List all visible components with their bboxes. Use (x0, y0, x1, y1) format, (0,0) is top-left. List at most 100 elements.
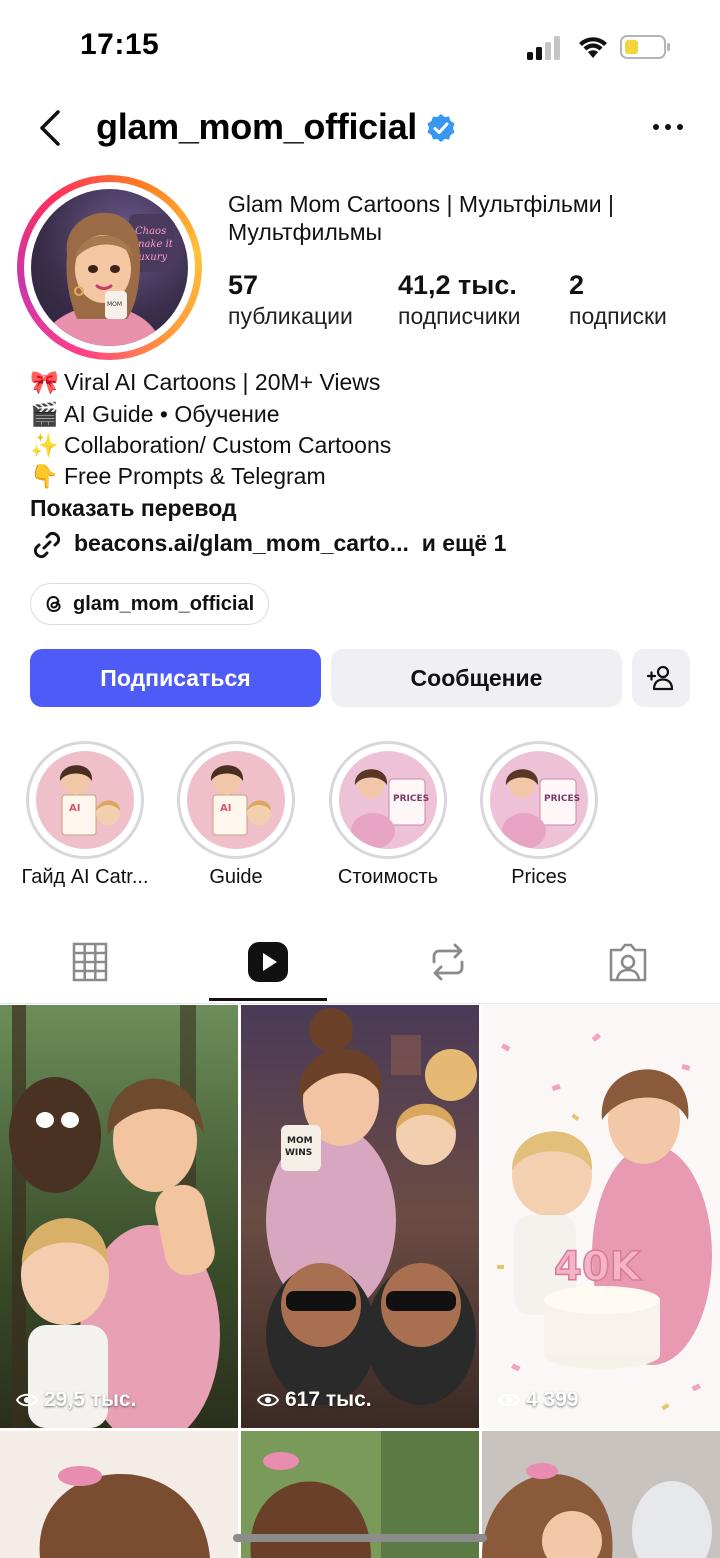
stat-following[interactable]: 2 подписки (569, 270, 667, 330)
suggested-people-button[interactable] (632, 649, 690, 707)
tagged-icon (609, 943, 647, 982)
bio-text: Collaboration/ Custom Cartoons (64, 432, 392, 458)
svg-text:AI: AI (69, 803, 80, 814)
message-button[interactable]: Сообщение (331, 649, 622, 707)
more-options-icon[interactable] (650, 114, 686, 140)
eye-icon (16, 1393, 38, 1407)
highlight-label: Гайд AI Catr... (21, 866, 149, 888)
clapper-emoji-icon: 🎬 (30, 401, 59, 427)
view-count: 617 тыс. (257, 1388, 372, 1412)
highlight-ring[interactable]: PRICES (329, 741, 447, 859)
verified-badge-icon (427, 114, 455, 142)
svg-text:make it: make it (135, 239, 174, 250)
threads-handle: glam_mom_official (73, 592, 255, 615)
stat-posts-value: 57 (228, 270, 259, 300)
highlight-item[interactable]: AI (177, 741, 295, 859)
profile-link[interactable]: beacons.ai/glam_mom_carto... и ещё 1 (74, 530, 506, 557)
reel-image (482, 1431, 720, 1558)
profile-link-url[interactable]: beacons.ai/glam_mom_carto... (74, 530, 409, 556)
tab-grid[interactable] (68, 940, 112, 984)
view-count-value: 4 399 (526, 1388, 579, 1411)
bio-line: 👇 Free Prompts & Telegram (30, 463, 326, 490)
reel-image (0, 1005, 238, 1428)
profile-username: glam_mom_official (96, 106, 417, 147)
svg-text:WINS: WINS (285, 1148, 312, 1158)
battery-icon (620, 35, 670, 59)
stat-followers[interactable]: 41,2 тыс. подписчики (398, 270, 520, 330)
view-count-value: 29,5 тыс. (44, 1388, 137, 1411)
avatar-illustration: Chaos make it luxury MOM (39, 212, 175, 346)
highlight-ring[interactable]: AI (177, 741, 295, 859)
reel-image: 40K (482, 1005, 720, 1428)
reels-icon (248, 942, 288, 982)
highlight-label: Prices (511, 866, 567, 888)
bio-line: 🎬 AI Guide • Обучение (30, 401, 280, 428)
highlight-label: Guide (209, 866, 263, 888)
stat-followers-label: подписчики (398, 303, 521, 329)
stat-followers-value: 41,2 тыс. (398, 270, 517, 300)
follow-button[interactable]: Подписаться (30, 649, 321, 707)
highlight-item[interactable]: PRICES (329, 741, 447, 859)
bio-line: 🎀 Viral AI Cartoons | 20M+ Views (30, 369, 380, 396)
tab-reels[interactable] (246, 940, 290, 984)
tab-tagged[interactable] (606, 940, 650, 984)
reel-thumbnail[interactable] (0, 1431, 238, 1558)
bio-text: Viral AI Cartoons | 20M+ Views (64, 369, 381, 395)
tab-reposts[interactable] (426, 940, 470, 984)
highlight-cover: AI (36, 751, 134, 849)
profile-avatar[interactable]: Chaos make it luxury MOM (31, 189, 188, 346)
svg-text:Chaos: Chaos (135, 226, 166, 237)
view-count: 29,5 тыс. (16, 1388, 136, 1412)
eye-icon (498, 1393, 520, 1407)
add-person-icon (646, 665, 674, 691)
threads-chip[interactable]: glam_mom_official (30, 583, 270, 625)
highlight-label: Стоимость (337, 866, 439, 888)
stat-following-value: 2 (569, 270, 585, 300)
show-translation-link[interactable]: Показать перевод (30, 495, 237, 522)
stat-following-label: подписки (569, 303, 667, 329)
cellular-signal-icon (527, 36, 560, 60)
reel-thumbnail[interactable] (0, 1005, 238, 1428)
profile-full-name: Glam Mom Cartoons | Мультфільми | Мультф… (228, 191, 614, 245)
grid-icon (72, 942, 108, 982)
back-arrow-icon[interactable] (32, 108, 68, 148)
reel-image (0, 1431, 238, 1558)
ribbon-emoji-icon: 🎀 (30, 369, 59, 395)
svg-text:MOM: MOM (107, 301, 122, 308)
eye-icon (257, 1393, 279, 1407)
view-count-value: 617 тыс. (285, 1388, 372, 1411)
repost-icon (432, 943, 464, 981)
highlight-ring[interactable]: AI (26, 741, 144, 859)
view-count: 4 399 (498, 1388, 579, 1412)
highlight-cover: PRICES (339, 751, 437, 849)
highlight-item[interactable]: AI (26, 741, 144, 859)
svg-text:PRICES: PRICES (393, 794, 429, 804)
stat-posts[interactable]: 57 публикации (228, 270, 353, 330)
highlight-ring[interactable]: PRICES (480, 741, 598, 859)
svg-text:MOM: MOM (287, 1136, 313, 1146)
threads-icon (46, 595, 61, 613)
divider (0, 1003, 720, 1004)
reel-image: MOM WINS (241, 1005, 479, 1428)
reel-thumbnail[interactable]: 40K (482, 1005, 720, 1428)
svg-text:40K: 40K (554, 1244, 643, 1290)
reel-thumbnail[interactable]: MOM WINS (241, 1005, 479, 1428)
highlight-cover: PRICES (490, 751, 588, 849)
svg-text:PRICES: PRICES (544, 794, 580, 804)
profile-link-more[interactable]: и ещё 1 (422, 530, 507, 556)
status-time: 17:15 (80, 28, 160, 61)
home-indicator (233, 1534, 487, 1542)
wifi-icon (579, 37, 607, 58)
highlight-item[interactable]: PRICES (480, 741, 598, 859)
bio-text: Free Prompts & Telegram (64, 463, 326, 489)
bio-line: ✨ Collaboration/ Custom Cartoons (30, 432, 391, 459)
highlight-cover: AI (187, 751, 285, 849)
sparkles-emoji-icon: ✨ (30, 432, 59, 458)
svg-text:AI: AI (220, 803, 231, 814)
pointing-down-emoji-icon: 👇 (30, 463, 59, 489)
active-tab-indicator (209, 998, 327, 1001)
reel-thumbnail[interactable] (482, 1431, 720, 1558)
stat-posts-label: публикации (228, 303, 353, 329)
bio-text: AI Guide • Обучение (64, 401, 280, 427)
link-icon (33, 531, 61, 559)
